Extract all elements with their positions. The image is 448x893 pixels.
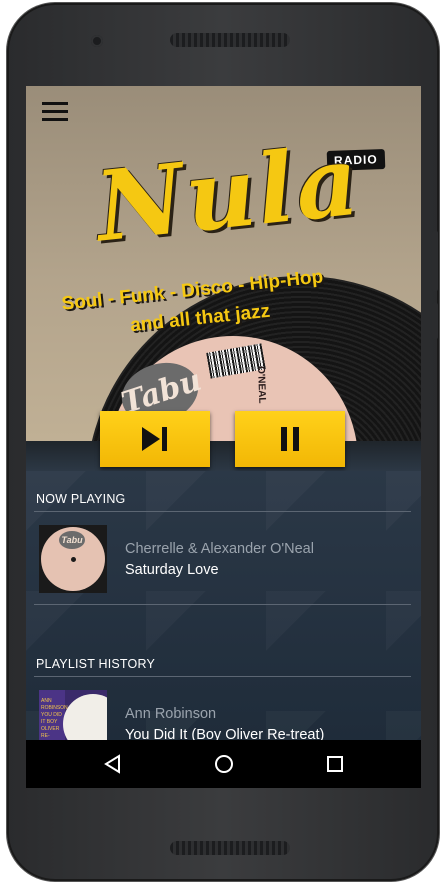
divider xyxy=(34,511,411,512)
station-artwork: Tabu O'NEAL RADIO Nula Soul - Funk - Dis… xyxy=(26,86,421,441)
bottom-speaker xyxy=(170,841,290,855)
recents-icon xyxy=(327,756,343,772)
pause-icon xyxy=(281,427,299,451)
playlist-history-heading: PLAYLIST HISTORY xyxy=(36,657,155,671)
track-title: Saturday Love xyxy=(125,562,219,578)
divider xyxy=(34,604,411,605)
power-button xyxy=(432,303,438,339)
track-artist: Ann Robinson xyxy=(125,706,217,722)
divider xyxy=(34,676,411,677)
skip-next-icon xyxy=(142,427,167,451)
back-button[interactable] xyxy=(101,752,125,776)
pause-button[interactable] xyxy=(235,411,345,467)
app-screen: Tabu O'NEAL RADIO Nula Soul - Funk - Dis… xyxy=(26,86,421,788)
track-artist: Cherrelle & Alexander O'Neal xyxy=(125,541,314,557)
home-icon xyxy=(215,755,233,773)
label-artist-text: O'NEAL xyxy=(255,366,268,404)
skip-next-button[interactable] xyxy=(100,411,210,467)
home-button[interactable] xyxy=(212,752,236,776)
menu-icon[interactable] xyxy=(42,102,68,122)
now-playing-item[interactable]: Tabu Cherrelle & Alexander O'Neal Saturd… xyxy=(34,519,411,599)
album-cover: Tabu xyxy=(39,525,107,593)
front-camera xyxy=(91,35,103,47)
system-navigation-bar xyxy=(26,740,421,788)
station-logo: Nula xyxy=(90,123,366,264)
header-shadow xyxy=(26,441,421,471)
earpiece-speaker xyxy=(170,33,290,47)
cover-label-logo: Tabu xyxy=(59,531,85,549)
now-playing-heading: NOW PLAYING xyxy=(36,492,126,506)
playlist-panel: NOW PLAYING Tabu Cherrelle & Alexander O… xyxy=(26,471,421,758)
recents-button[interactable] xyxy=(323,752,347,776)
back-icon xyxy=(104,754,120,774)
volume-button xyxy=(432,231,438,291)
